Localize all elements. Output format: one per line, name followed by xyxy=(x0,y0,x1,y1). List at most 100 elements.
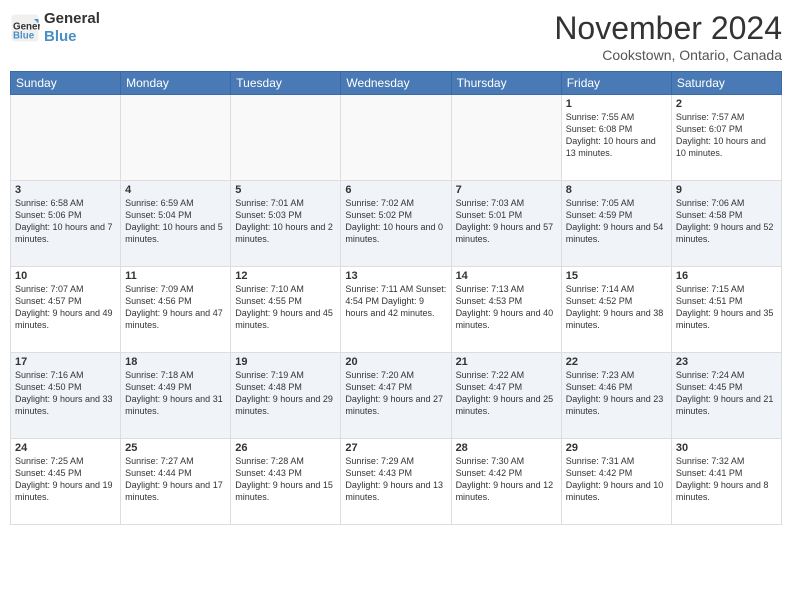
day-number: 28 xyxy=(456,442,557,454)
day-info: Sunrise: 7:03 AM Sunset: 5:01 PM Dayligh… xyxy=(456,197,557,246)
day-number: 25 xyxy=(125,442,226,454)
day-cell: 13Sunrise: 7:11 AM Sunset: 4:54 PM Dayli… xyxy=(341,267,451,353)
weekday-header-tuesday: Tuesday xyxy=(231,72,341,95)
day-number: 9 xyxy=(676,184,777,196)
day-number: 17 xyxy=(15,356,116,368)
day-cell: 24Sunrise: 7:25 AM Sunset: 4:45 PM Dayli… xyxy=(11,439,121,525)
day-info: Sunrise: 7:22 AM Sunset: 4:47 PM Dayligh… xyxy=(456,369,557,418)
day-cell: 28Sunrise: 7:30 AM Sunset: 4:42 PM Dayli… xyxy=(451,439,561,525)
day-info: Sunrise: 7:27 AM Sunset: 4:44 PM Dayligh… xyxy=(125,455,226,504)
day-number: 15 xyxy=(566,270,667,282)
month-title: November 2024 xyxy=(554,10,782,47)
day-cell: 20Sunrise: 7:20 AM Sunset: 4:47 PM Dayli… xyxy=(341,353,451,439)
day-number: 14 xyxy=(456,270,557,282)
logo-blue: Blue xyxy=(44,28,100,46)
week-row-5: 24Sunrise: 7:25 AM Sunset: 4:45 PM Dayli… xyxy=(11,439,782,525)
day-info: Sunrise: 7:14 AM Sunset: 4:52 PM Dayligh… xyxy=(566,283,667,332)
day-cell: 8Sunrise: 7:05 AM Sunset: 4:59 PM Daylig… xyxy=(561,181,671,267)
day-number: 18 xyxy=(125,356,226,368)
logo: General Blue General Blue xyxy=(10,10,100,46)
day-cell: 6Sunrise: 7:02 AM Sunset: 5:02 PM Daylig… xyxy=(341,181,451,267)
day-number: 13 xyxy=(345,270,446,282)
day-cell: 17Sunrise: 7:16 AM Sunset: 4:50 PM Dayli… xyxy=(11,353,121,439)
day-info: Sunrise: 7:02 AM Sunset: 5:02 PM Dayligh… xyxy=(345,197,446,246)
day-info: Sunrise: 7:10 AM Sunset: 4:55 PM Dayligh… xyxy=(235,283,336,332)
day-number: 19 xyxy=(235,356,336,368)
day-info: Sunrise: 7:32 AM Sunset: 4:41 PM Dayligh… xyxy=(676,455,777,504)
day-cell: 7Sunrise: 7:03 AM Sunset: 5:01 PM Daylig… xyxy=(451,181,561,267)
location: Cookstown, Ontario, Canada xyxy=(554,47,782,63)
weekday-header-monday: Monday xyxy=(121,72,231,95)
day-cell: 15Sunrise: 7:14 AM Sunset: 4:52 PM Dayli… xyxy=(561,267,671,353)
day-cell: 4Sunrise: 6:59 AM Sunset: 5:04 PM Daylig… xyxy=(121,181,231,267)
page: General Blue General Blue November 2024 … xyxy=(0,0,792,612)
day-cell: 3Sunrise: 6:58 AM Sunset: 5:06 PM Daylig… xyxy=(11,181,121,267)
day-number: 16 xyxy=(676,270,777,282)
day-number: 23 xyxy=(676,356,777,368)
day-number: 24 xyxy=(15,442,116,454)
day-cell: 2Sunrise: 7:57 AM Sunset: 6:07 PM Daylig… xyxy=(671,95,781,181)
day-cell: 22Sunrise: 7:23 AM Sunset: 4:46 PM Dayli… xyxy=(561,353,671,439)
day-cell: 29Sunrise: 7:31 AM Sunset: 4:42 PM Dayli… xyxy=(561,439,671,525)
day-number: 3 xyxy=(15,184,116,196)
day-info: Sunrise: 7:07 AM Sunset: 4:57 PM Dayligh… xyxy=(15,283,116,332)
day-cell: 16Sunrise: 7:15 AM Sunset: 4:51 PM Dayli… xyxy=(671,267,781,353)
day-info: Sunrise: 7:30 AM Sunset: 4:42 PM Dayligh… xyxy=(456,455,557,504)
logo-icon: General Blue xyxy=(10,13,40,43)
day-info: Sunrise: 7:05 AM Sunset: 4:59 PM Dayligh… xyxy=(566,197,667,246)
day-cell: 18Sunrise: 7:18 AM Sunset: 4:49 PM Dayli… xyxy=(121,353,231,439)
day-info: Sunrise: 7:28 AM Sunset: 4:43 PM Dayligh… xyxy=(235,455,336,504)
week-row-4: 17Sunrise: 7:16 AM Sunset: 4:50 PM Dayli… xyxy=(11,353,782,439)
day-cell: 30Sunrise: 7:32 AM Sunset: 4:41 PM Dayli… xyxy=(671,439,781,525)
day-info: Sunrise: 7:19 AM Sunset: 4:48 PM Dayligh… xyxy=(235,369,336,418)
title-block: November 2024 Cookstown, Ontario, Canada xyxy=(554,10,782,63)
day-info: Sunrise: 6:58 AM Sunset: 5:06 PM Dayligh… xyxy=(15,197,116,246)
week-row-2: 3Sunrise: 6:58 AM Sunset: 5:06 PM Daylig… xyxy=(11,181,782,267)
day-cell: 5Sunrise: 7:01 AM Sunset: 5:03 PM Daylig… xyxy=(231,181,341,267)
day-cell xyxy=(121,95,231,181)
day-info: Sunrise: 6:59 AM Sunset: 5:04 PM Dayligh… xyxy=(125,197,226,246)
day-number: 11 xyxy=(125,270,226,282)
day-number: 7 xyxy=(456,184,557,196)
day-info: Sunrise: 7:20 AM Sunset: 4:47 PM Dayligh… xyxy=(345,369,446,418)
weekday-header-wednesday: Wednesday xyxy=(341,72,451,95)
day-cell: 12Sunrise: 7:10 AM Sunset: 4:55 PM Dayli… xyxy=(231,267,341,353)
day-number: 4 xyxy=(125,184,226,196)
day-number: 12 xyxy=(235,270,336,282)
day-info: Sunrise: 7:31 AM Sunset: 4:42 PM Dayligh… xyxy=(566,455,667,504)
week-row-3: 10Sunrise: 7:07 AM Sunset: 4:57 PM Dayli… xyxy=(11,267,782,353)
weekday-header-row: SundayMondayTuesdayWednesdayThursdayFrid… xyxy=(11,72,782,95)
day-number: 10 xyxy=(15,270,116,282)
day-cell: 25Sunrise: 7:27 AM Sunset: 4:44 PM Dayli… xyxy=(121,439,231,525)
svg-text:Blue: Blue xyxy=(13,31,35,42)
day-info: Sunrise: 7:11 AM Sunset: 4:54 PM Dayligh… xyxy=(345,283,446,319)
day-cell: 14Sunrise: 7:13 AM Sunset: 4:53 PM Dayli… xyxy=(451,267,561,353)
weekday-header-friday: Friday xyxy=(561,72,671,95)
day-info: Sunrise: 7:57 AM Sunset: 6:07 PM Dayligh… xyxy=(676,111,777,160)
day-number: 6 xyxy=(345,184,446,196)
day-info: Sunrise: 7:13 AM Sunset: 4:53 PM Dayligh… xyxy=(456,283,557,332)
day-info: Sunrise: 7:15 AM Sunset: 4:51 PM Dayligh… xyxy=(676,283,777,332)
day-cell xyxy=(341,95,451,181)
day-info: Sunrise: 7:24 AM Sunset: 4:45 PM Dayligh… xyxy=(676,369,777,418)
day-cell: 19Sunrise: 7:19 AM Sunset: 4:48 PM Dayli… xyxy=(231,353,341,439)
day-number: 2 xyxy=(676,98,777,110)
day-cell xyxy=(451,95,561,181)
day-info: Sunrise: 7:01 AM Sunset: 5:03 PM Dayligh… xyxy=(235,197,336,246)
day-info: Sunrise: 7:09 AM Sunset: 4:56 PM Dayligh… xyxy=(125,283,226,332)
day-number: 5 xyxy=(235,184,336,196)
weekday-header-saturday: Saturday xyxy=(671,72,781,95)
header: General Blue General Blue November 2024 … xyxy=(10,10,782,63)
day-number: 26 xyxy=(235,442,336,454)
day-cell: 9Sunrise: 7:06 AM Sunset: 4:58 PM Daylig… xyxy=(671,181,781,267)
day-number: 20 xyxy=(345,356,446,368)
day-number: 29 xyxy=(566,442,667,454)
day-cell xyxy=(11,95,121,181)
day-info: Sunrise: 7:25 AM Sunset: 4:45 PM Dayligh… xyxy=(15,455,116,504)
day-info: Sunrise: 7:55 AM Sunset: 6:08 PM Dayligh… xyxy=(566,111,667,160)
day-number: 1 xyxy=(566,98,667,110)
logo-general: General xyxy=(44,10,100,27)
weekday-header-sunday: Sunday xyxy=(11,72,121,95)
day-number: 30 xyxy=(676,442,777,454)
day-info: Sunrise: 7:06 AM Sunset: 4:58 PM Dayligh… xyxy=(676,197,777,246)
